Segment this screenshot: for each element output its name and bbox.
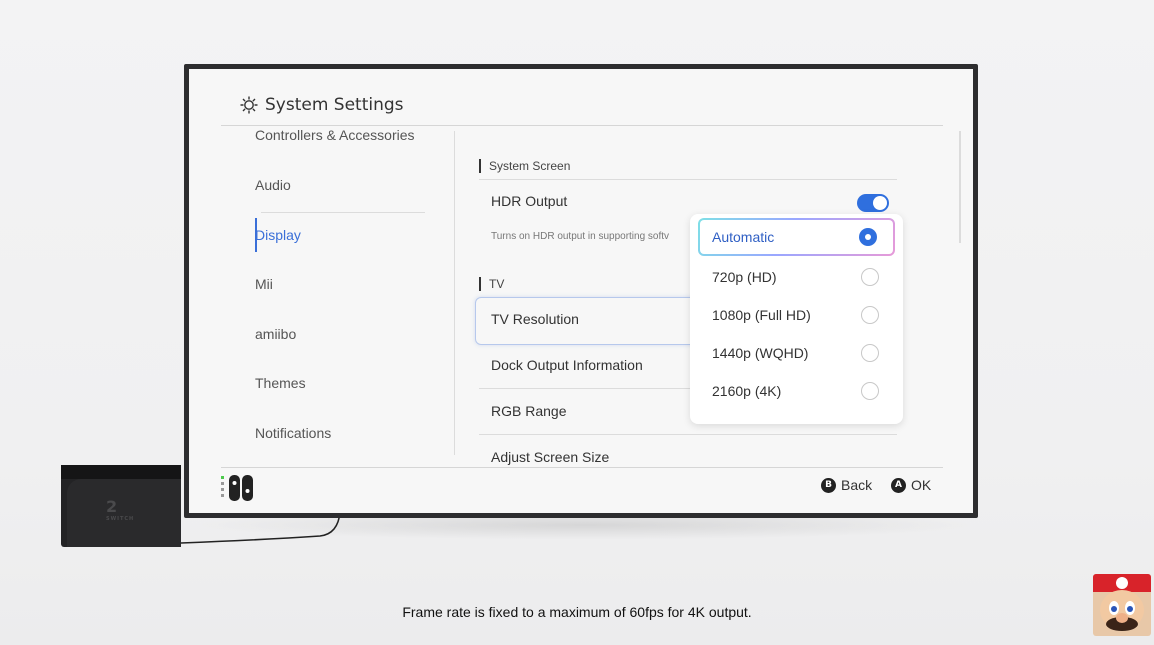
back-label: Back <box>841 477 873 493</box>
dock-output-info-item[interactable]: Dock Output Information <box>491 357 643 373</box>
tv-frame: System Settings Controllers & Accessorie… <box>184 64 978 518</box>
sidebar-item-controllers[interactable]: Controllers & Accessories <box>255 127 425 143</box>
option-label: 2160p (4K) <box>712 383 782 399</box>
option-label: 1440p (WQHD) <box>712 345 809 361</box>
gear-icon <box>240 96 258 114</box>
rgb-range-item[interactable]: RGB Range <box>491 403 566 419</box>
ok-button[interactable]: A OK <box>891 477 931 493</box>
option-720p[interactable]: 720p (HD) <box>698 258 895 296</box>
radio-empty-icon <box>861 306 879 324</box>
radio-empty-icon <box>861 382 879 400</box>
sidebar-divider <box>261 212 425 213</box>
settings-screen: System Settings Controllers & Accessorie… <box>189 69 973 513</box>
ok-label: OK <box>911 477 932 493</box>
hdr-output-toggle[interactable] <box>857 194 889 212</box>
row-divider <box>479 179 897 180</box>
dock-logo-number: 2 <box>106 497 118 516</box>
mario-avatar-image <box>1093 574 1151 636</box>
adjust-screen-size-item[interactable]: Adjust Screen Size <box>491 449 609 465</box>
sidebar-item-display[interactable]: Display <box>255 227 425 243</box>
subtitle-caption: Frame rate is fixed to a maximum of 60fp… <box>402 604 752 620</box>
dock-logo: 2 SWITCH <box>106 497 134 522</box>
sidebar-item-amiibo[interactable]: amiibo <box>255 326 425 342</box>
row-divider <box>479 434 897 435</box>
dock-logo-brand: SWITCH <box>106 516 135 522</box>
radio-selected-icon <box>859 228 877 246</box>
sidebar-content-divider <box>454 131 455 455</box>
header-divider <box>221 125 943 126</box>
footer-divider <box>221 467 943 468</box>
tv-resolution-dropdown: Automatic 720p (HD) 1080p (Full HD) 1440… <box>690 214 903 424</box>
controller-icon <box>221 473 261 508</box>
section-system-screen: System Screen <box>479 159 570 173</box>
option-label: Automatic <box>712 229 775 245</box>
hdr-output-label: HDR Output <box>491 193 568 209</box>
dock-slot <box>61 465 181 479</box>
console-dock: 2 SWITCH <box>61 465 181 547</box>
option-1440p[interactable]: 1440p (WQHD) <box>698 334 895 372</box>
sidebar-item-mii[interactable]: Mii <box>255 276 425 292</box>
section-tv: TV <box>479 277 504 291</box>
option-1080p[interactable]: 1080p (Full HD) <box>698 296 895 334</box>
option-label: 720p (HD) <box>712 269 777 285</box>
option-label: 1080p (Full HD) <box>712 307 811 323</box>
option-2160p[interactable]: 2160p (4K) <box>698 372 895 410</box>
scrollbar[interactable] <box>959 131 961 243</box>
page-title-text: System Settings <box>265 95 404 115</box>
sidebar-item-audio[interactable]: Audio <box>255 177 425 193</box>
back-button[interactable]: B Back <box>821 477 872 493</box>
radio-empty-icon <box>861 268 879 286</box>
b-button-icon: B <box>821 477 836 493</box>
hdr-output-description: Turns on HDR output in supporting softv <box>491 231 670 242</box>
option-automatic[interactable]: Automatic <box>698 218 895 256</box>
radio-empty-icon <box>861 344 879 362</box>
page-title: System Settings <box>239 93 404 117</box>
tv-resolution-label: TV Resolution <box>491 311 579 327</box>
sidebar-item-notifications[interactable]: Notifications <box>255 425 425 441</box>
a-button-icon: A <box>891 477 906 493</box>
sidebar-item-themes[interactable]: Themes <box>255 375 425 391</box>
